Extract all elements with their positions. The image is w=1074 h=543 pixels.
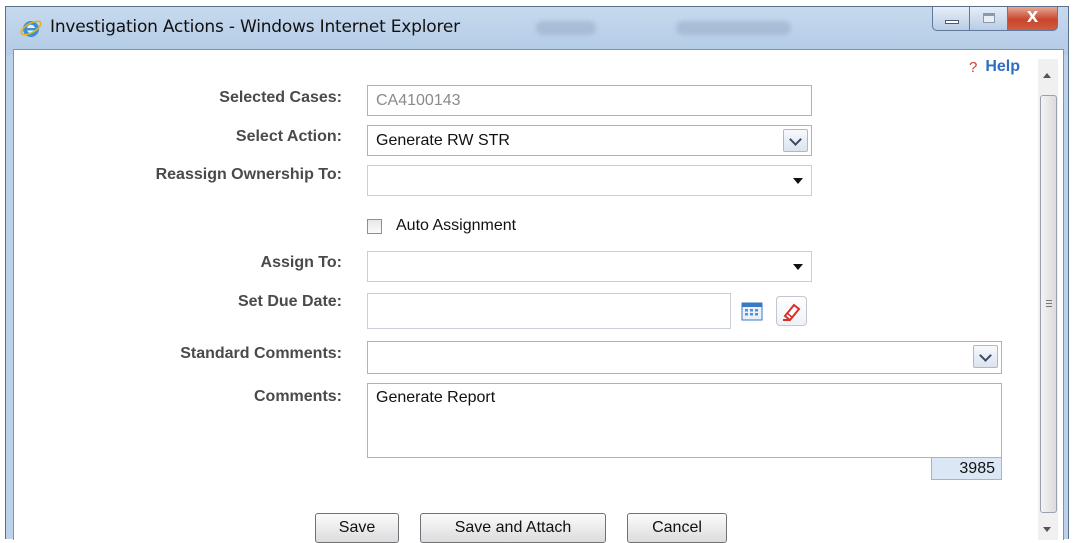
clear-date-button[interactable]	[776, 296, 807, 326]
selected-cases-field: CA4100143	[367, 85, 812, 116]
standard-comments-label: Standard Comments:	[180, 345, 342, 362]
close-button[interactable]: X	[1008, 7, 1058, 31]
title-bar[interactable]: Investigation Actions - Windows Internet…	[6, 7, 1068, 55]
selected-cases-label: Selected Cases:	[219, 89, 342, 106]
chevron-down-icon	[789, 133, 802, 146]
minimize-icon	[945, 20, 959, 24]
auto-assignment-row: Auto Assignment	[367, 217, 516, 235]
auto-assignment-checkbox[interactable]	[367, 218, 382, 234]
chevron-down-icon	[979, 349, 992, 362]
reassign-ownership-dropdown[interactable]	[367, 165, 812, 196]
scrollbar-grip	[1046, 300, 1052, 301]
remaining-characters-counter: 3985	[931, 457, 1002, 480]
calendar-icon[interactable]	[741, 301, 763, 321]
maximize-icon	[983, 13, 995, 23]
maximize-button[interactable]	[970, 7, 1008, 31]
dropdown-button[interactable]	[973, 345, 998, 368]
scroll-down-arrow-icon[interactable]	[1043, 527, 1051, 532]
due-date-input[interactable]	[367, 293, 731, 329]
scrollbar-grip	[1046, 306, 1052, 307]
select-action-label: Select Action:	[235, 128, 342, 145]
help-label: Help	[985, 58, 1021, 75]
assign-to-label: Assign To:	[260, 254, 342, 271]
window-title: Investigation Actions - Windows Internet…	[50, 17, 460, 37]
minimize-button[interactable]	[932, 7, 970, 31]
comments-label: Comments:	[253, 388, 342, 405]
internet-explorer-icon	[20, 20, 42, 37]
close-icon: X	[1026, 8, 1039, 26]
browser-window: Investigation Actions - Windows Internet…	[5, 6, 1069, 543]
help-icon: ?	[969, 58, 978, 76]
scrollbar-thumb[interactable]	[1040, 95, 1057, 513]
select-action-dropdown[interactable]: Generate RW STR	[367, 125, 812, 156]
dropdown-arrow-icon	[793, 178, 803, 184]
scroll-up-arrow-icon[interactable]	[1043, 73, 1051, 78]
due-date-label: Set Due Date:	[237, 293, 342, 310]
scrollbar-grip	[1046, 303, 1052, 304]
dropdown-button[interactable]	[783, 129, 808, 152]
window-controls: X	[932, 7, 1058, 31]
dropdown-arrow-icon	[793, 264, 803, 270]
blurred-background-text	[536, 21, 596, 35]
help-link[interactable]: ? Help	[969, 58, 1020, 76]
assign-to-dropdown[interactable]	[367, 251, 812, 282]
comments-textarea[interactable]: Generate Report	[367, 383, 1002, 458]
eraser-icon	[783, 303, 801, 322]
auto-assignment-label: Auto Assignment	[396, 217, 517, 234]
reassign-ownership-label: Reassign Ownership To:	[155, 166, 342, 183]
blurred-background-text	[676, 21, 791, 35]
standard-comments-dropdown[interactable]	[367, 341, 1002, 374]
vertical-scrollbar[interactable]	[1038, 59, 1058, 540]
select-action-value: Generate RW STR	[376, 132, 510, 149]
